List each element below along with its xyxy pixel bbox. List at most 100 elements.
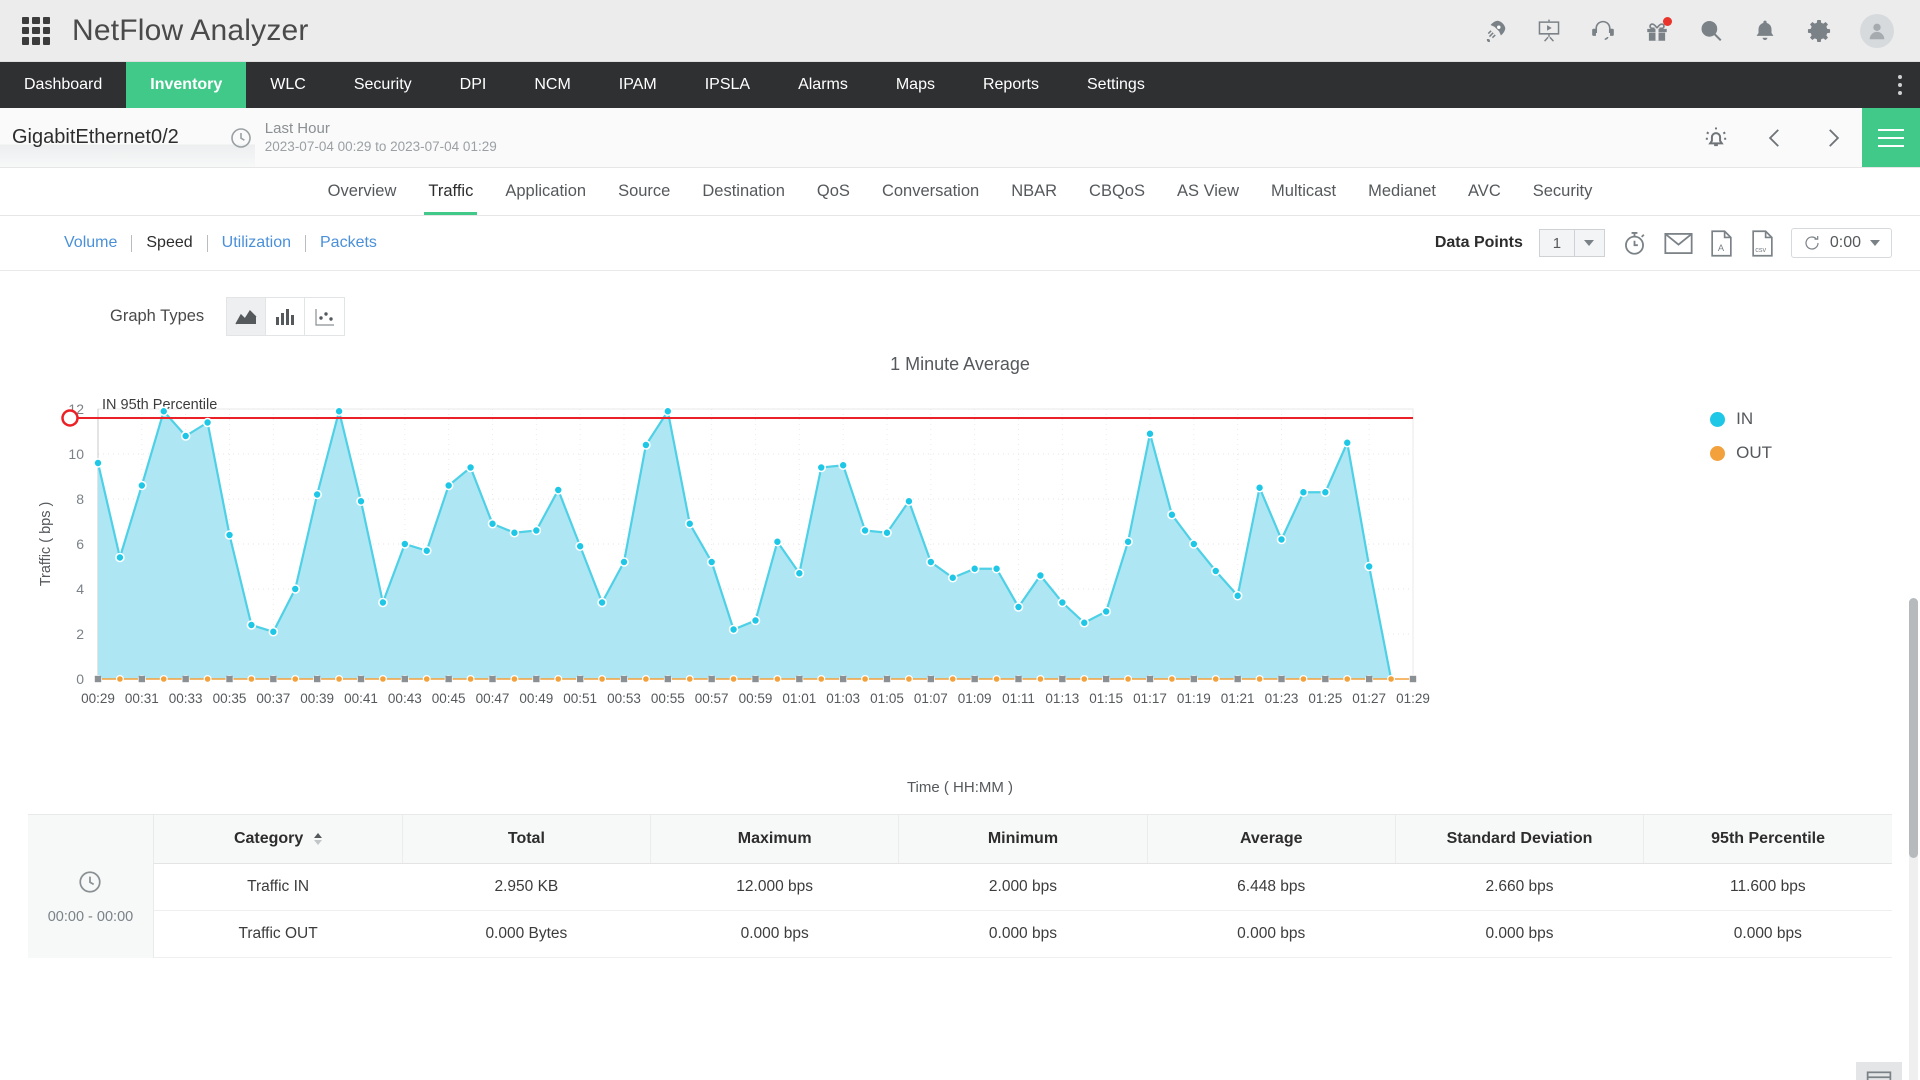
svg-text:6: 6 bbox=[76, 536, 84, 552]
time-period[interactable]: Last Hour 2023-07-04 00:29 to 2023-07-04… bbox=[229, 120, 497, 156]
svg-text:01:09: 01:09 bbox=[958, 691, 992, 706]
svg-text:00:45: 00:45 bbox=[432, 691, 466, 706]
nav-item-dashboard[interactable]: Dashboard bbox=[0, 62, 126, 108]
column-standard-deviation[interactable]: Standard Deviation bbox=[1395, 815, 1643, 863]
tab-destination[interactable]: Destination bbox=[686, 168, 801, 215]
svg-text:8: 8 bbox=[76, 491, 84, 507]
nav-item-settings[interactable]: Settings bbox=[1063, 62, 1169, 108]
bell-notification-icon[interactable] bbox=[1752, 18, 1778, 44]
chevron-right-icon[interactable] bbox=[1820, 125, 1846, 151]
column-maximum[interactable]: Maximum bbox=[651, 815, 899, 863]
svg-text:01:29: 01:29 bbox=[1396, 691, 1430, 706]
chart-card: Graph Types 1 Minute Average 024681012IN… bbox=[28, 271, 1892, 796]
svg-text:01:17: 01:17 bbox=[1133, 691, 1167, 706]
nav-item-inventory[interactable]: Inventory bbox=[126, 62, 246, 108]
chevron-down-icon[interactable] bbox=[1574, 230, 1604, 256]
svg-text:01:01: 01:01 bbox=[782, 691, 816, 706]
traffic-chart[interactable]: 024681012IN 95th Percentile00:2900:3100:… bbox=[28, 389, 1668, 749]
tab-multicast[interactable]: Multicast bbox=[1255, 168, 1352, 215]
tab-conversation[interactable]: Conversation bbox=[866, 168, 995, 215]
view-volume[interactable]: Volume bbox=[50, 234, 131, 252]
tab-security[interactable]: Security bbox=[1517, 168, 1609, 215]
table-row[interactable]: Traffic OUT 0.000 Bytes 0.000 bps 0.000 … bbox=[154, 910, 1892, 957]
nav-item-security[interactable]: Security bbox=[330, 62, 436, 108]
cell-category: Traffic OUT bbox=[154, 910, 402, 957]
overflow-menu-icon[interactable] bbox=[1880, 62, 1920, 108]
nav-item-ipam[interactable]: IPAM bbox=[595, 62, 681, 108]
view-utilization[interactable]: Utilization bbox=[208, 234, 305, 252]
bar-chart-icon[interactable] bbox=[266, 298, 305, 335]
headset-support-icon[interactable] bbox=[1590, 18, 1616, 44]
nav-item-wlc[interactable]: WLC bbox=[246, 62, 330, 108]
refresh-rotate-icon bbox=[1803, 234, 1821, 252]
nav-item-ncm[interactable]: NCM bbox=[510, 62, 594, 108]
clock-icon bbox=[77, 869, 103, 895]
svg-text:00:33: 00:33 bbox=[169, 691, 203, 706]
cell-minimum: 2.000 bps bbox=[899, 863, 1147, 910]
data-points-select[interactable]: 1 bbox=[1539, 229, 1605, 257]
chevron-left-icon[interactable] bbox=[1762, 125, 1788, 151]
nav-item-ipsla[interactable]: IPSLA bbox=[681, 62, 774, 108]
tab-traffic[interactable]: Traffic bbox=[412, 168, 489, 215]
nav-item-maps[interactable]: Maps bbox=[872, 62, 959, 108]
column-total[interactable]: Total bbox=[402, 815, 650, 863]
rocket-icon[interactable] bbox=[1482, 18, 1508, 44]
column-minimum[interactable]: Minimum bbox=[899, 815, 1147, 863]
gift-badge-dot bbox=[1663, 17, 1672, 26]
interface-name: GigabitEthernet0/2 bbox=[0, 126, 179, 149]
view-speed[interactable]: Speed bbox=[132, 234, 206, 252]
svg-text:01:13: 01:13 bbox=[1045, 691, 1079, 706]
column-95th-percentile[interactable]: 95th Percentile bbox=[1644, 815, 1892, 863]
table-row[interactable]: Traffic IN 2.950 KB 12.000 bps 2.000 bps… bbox=[154, 863, 1892, 910]
feedback-window-icon[interactable] bbox=[1856, 1062, 1902, 1080]
sort-icon[interactable] bbox=[314, 833, 322, 845]
view-packets[interactable]: Packets bbox=[306, 234, 391, 252]
column-label: Category bbox=[234, 830, 303, 847]
area-chart-icon[interactable] bbox=[227, 298, 266, 335]
tab-as-view[interactable]: AS View bbox=[1161, 168, 1255, 215]
tab-application[interactable]: Application bbox=[489, 168, 602, 215]
column-average[interactable]: Average bbox=[1147, 815, 1395, 863]
cell-total: 0.000 Bytes bbox=[402, 910, 650, 957]
user-avatar-icon[interactable] bbox=[1860, 14, 1894, 48]
time-range-value: 00:00 - 00:00 bbox=[48, 909, 133, 925]
legend-item-in[interactable]: IN bbox=[1710, 409, 1772, 429]
gear-settings-icon[interactable] bbox=[1806, 18, 1832, 44]
svg-text:01:05: 01:05 bbox=[870, 691, 904, 706]
svg-text:01:19: 01:19 bbox=[1177, 691, 1211, 706]
tab-cbqos[interactable]: CBQoS bbox=[1073, 168, 1161, 215]
hamburger-menu-icon[interactable] bbox=[1862, 108, 1920, 167]
email-envelope-icon[interactable] bbox=[1664, 230, 1693, 257]
tab-overview[interactable]: Overview bbox=[312, 168, 413, 215]
tab-nbar[interactable]: NBAR bbox=[995, 168, 1073, 215]
svg-text:00:39: 00:39 bbox=[300, 691, 334, 706]
svg-text:01:07: 01:07 bbox=[914, 691, 948, 706]
alarm-bell-icon[interactable] bbox=[1702, 124, 1730, 152]
svg-text:10: 10 bbox=[68, 446, 84, 462]
svg-text:00:29: 00:29 bbox=[81, 691, 115, 706]
tab-avc[interactable]: AVC bbox=[1452, 168, 1517, 215]
scatter-chart-icon[interactable] bbox=[305, 298, 344, 335]
refresh-interval-dropdown[interactable]: 0:00 bbox=[1791, 228, 1892, 258]
gift-icon[interactable] bbox=[1644, 18, 1670, 44]
period-range: 2023-07-04 00:29 to 2023-07-04 01:29 bbox=[265, 138, 497, 156]
content-scrollbar[interactable] bbox=[1909, 598, 1918, 1080]
legend-item-out[interactable]: OUT bbox=[1710, 443, 1772, 463]
tab-source[interactable]: Source bbox=[602, 168, 686, 215]
apps-grid-icon[interactable] bbox=[22, 17, 50, 45]
svg-text:00:35: 00:35 bbox=[213, 691, 247, 706]
stopwatch-schedule-icon[interactable] bbox=[1621, 230, 1648, 257]
csv-export-icon[interactable]: csv bbox=[1750, 230, 1775, 257]
nav-item-dpi[interactable]: DPI bbox=[436, 62, 511, 108]
tab-medianet[interactable]: Medianet bbox=[1352, 168, 1452, 215]
column-category[interactable]: Category bbox=[154, 815, 402, 863]
chart-title: 1 Minute Average bbox=[28, 354, 1892, 375]
data-points-label: Data Points bbox=[1435, 234, 1523, 252]
pdf-export-icon[interactable]: A bbox=[1709, 230, 1734, 257]
svg-text:00:41: 00:41 bbox=[344, 691, 378, 706]
nav-item-reports[interactable]: Reports bbox=[959, 62, 1063, 108]
presentation-video-icon[interactable] bbox=[1536, 18, 1562, 44]
tab-qos[interactable]: QoS bbox=[801, 168, 866, 215]
nav-item-alarms[interactable]: Alarms bbox=[774, 62, 872, 108]
search-icon[interactable] bbox=[1698, 18, 1724, 44]
